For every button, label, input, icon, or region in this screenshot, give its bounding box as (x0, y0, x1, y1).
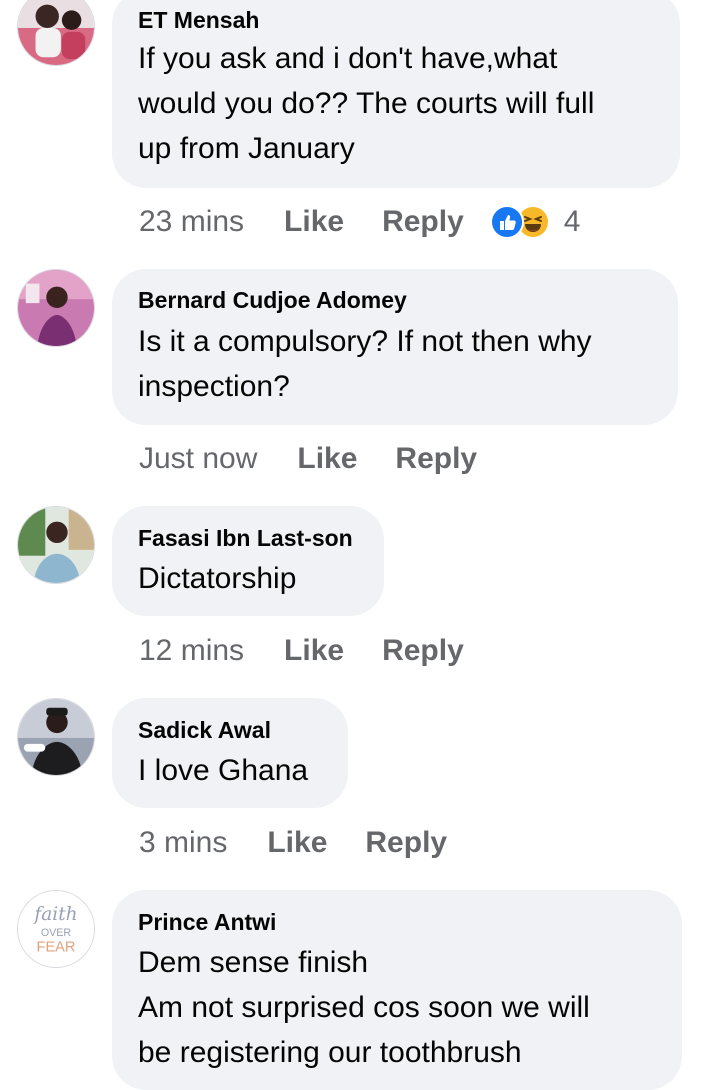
svg-text:OVER: OVER (41, 927, 72, 939)
comment-bubble: Sadick Awal I love Ghana (112, 698, 348, 808)
comment-author[interactable]: Prince Antwi (138, 909, 276, 936)
comment-text-line: If you ask and i don't have,what (138, 42, 558, 75)
reply-button[interactable]: Reply (395, 442, 477, 476)
svg-text:faith: faith (32, 904, 77, 925)
comment-text-line: Is it a compulsory? If not then why (138, 325, 592, 358)
comment-author[interactable]: Fasasi Ibn Last-son (138, 525, 353, 552)
comment-text-line: be registering our toothbrush (138, 1036, 522, 1069)
comment-author[interactable]: ET Mensah (138, 7, 259, 34)
svg-text:FEAR: FEAR (37, 939, 76, 955)
reply-button[interactable]: Reply (365, 826, 447, 860)
comment-actions: Just now Like Reply (139, 439, 477, 479)
like-button[interactable]: Like (267, 826, 327, 860)
avatar[interactable] (17, 506, 95, 584)
comment-author[interactable]: Sadick Awal (138, 717, 271, 744)
like-button[interactable]: Like (297, 442, 357, 476)
reaction-count: 4 (563, 205, 581, 238)
like-button[interactable]: Like (284, 205, 344, 239)
comment-timestamp[interactable]: Just now (139, 442, 257, 476)
comment-text-line: I love Ghana (138, 754, 309, 787)
comment-text-line: Am not surprised cos soon we will (138, 991, 590, 1024)
avatar[interactable] (17, 269, 95, 347)
comment-text-line: up from January (138, 132, 355, 165)
reply-button[interactable]: Reply (382, 205, 464, 239)
comment-bubble: ET Mensah If you ask and i don't have,wh… (112, 0, 680, 188)
comment-text-line: inspection? (138, 370, 290, 403)
comment-bubble: Prince Antwi Dem sense finish Am not sur… (112, 890, 682, 1090)
avatar[interactable] (17, 0, 95, 66)
comment-text-line: would you do?? The courts will full (138, 87, 595, 120)
avatar-photo (18, 507, 94, 583)
avatar-logo: faith OVER FEAR (18, 891, 94, 967)
like-icon (489, 205, 524, 239)
avatar[interactable]: faith OVER FEAR (17, 890, 95, 968)
comment-text-line: Dictatorship (138, 562, 297, 595)
comment-timestamp[interactable]: 12 mins (139, 634, 244, 668)
comment-text-line: Dem sense finish (138, 946, 369, 979)
avatar-photo (18, 0, 94, 65)
comment-actions: 23 mins Like Reply 4 (139, 202, 580, 242)
avatar-photo (18, 699, 94, 775)
comment-author[interactable]: Bernard Cudjoe Adomey (138, 287, 407, 314)
reaction-summary[interactable]: 4 (489, 205, 581, 239)
comment-bubble: Fasasi Ibn Last-son Dictatorship (112, 506, 384, 616)
like-button[interactable]: Like (284, 634, 344, 668)
comment-actions: 3 mins Like Reply (139, 823, 447, 863)
comment-timestamp[interactable]: 23 mins (139, 205, 244, 239)
comment-bubble: Bernard Cudjoe Adomey Is it a compulsory… (112, 269, 678, 425)
comment-timestamp[interactable]: 3 mins (139, 826, 227, 860)
reply-button[interactable]: Reply (382, 634, 464, 668)
avatar[interactable] (17, 698, 95, 776)
avatar-photo (18, 270, 94, 346)
comment-actions: 12 mins Like Reply (139, 631, 464, 671)
